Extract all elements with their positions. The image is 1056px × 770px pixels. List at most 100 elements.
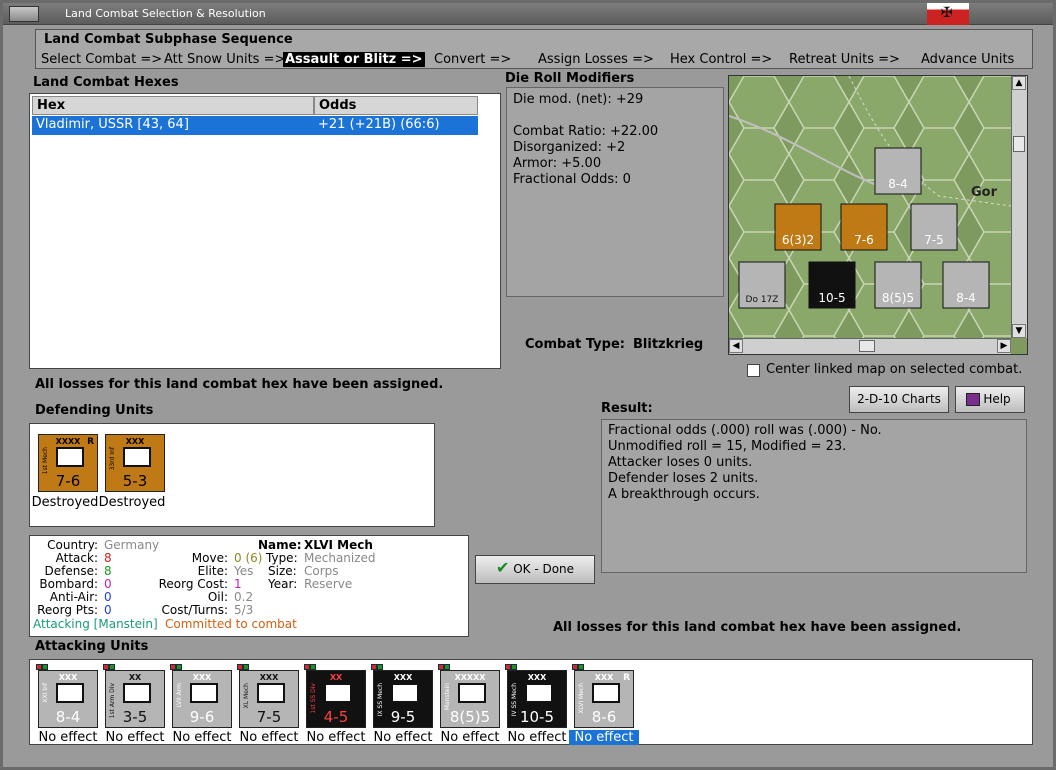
title-bar: Land Combat Selection & Resolution ✠ (3, 3, 1053, 25)
result-line: Unmodified roll = 15, Modified = 23. (608, 439, 847, 454)
modifiers-panel: Die mod. (net): +29 Combat Ratio: +22.00… (506, 87, 724, 297)
scroll-left-icon[interactable]: ◀ (729, 339, 743, 353)
ok-label: OK - Done (513, 562, 575, 576)
svg-text:8-4: 8-4 (956, 291, 976, 305)
map-counter[interactable]: 10-5 (808, 261, 856, 309)
mod-line: Disorganized: +2 (513, 140, 626, 155)
attacker-counter[interactable]: XX 1st SS Div 4-5 (306, 670, 366, 728)
map-horizontal-scrollbar[interactable]: ◀ ▶ (729, 338, 1011, 354)
unit-details-panel: Country: Germany Attack: 8 Defense: 8 Bo… (29, 535, 469, 637)
defender-result: Destroyed (31, 495, 99, 510)
table-row-hex[interactable]: Vladimir, USSR [43, 64] (32, 116, 314, 135)
attacker-counter[interactable]: XXX XL Mech 7-5 (239, 670, 299, 728)
status-pip (578, 664, 584, 670)
table-row-odds[interactable]: +21 (+21B) (66:6) (314, 116, 478, 135)
system-menu-button[interactable] (9, 6, 39, 22)
attacking-label: Attacking Units (35, 639, 149, 654)
map-counter[interactable]: Do 17Z (738, 261, 786, 309)
result-line: A breakthrough occurs. (608, 487, 760, 502)
attacker-result: No effect (569, 730, 639, 745)
combat-type-label: Combat Type: (525, 337, 625, 352)
map-counter[interactable]: 7-5 (910, 203, 958, 251)
status-pip (243, 664, 249, 670)
map-counter[interactable]: 8-4 (874, 147, 922, 195)
step-retreat: Retreat Units => (789, 52, 900, 67)
scroll-thumb[interactable] (859, 340, 875, 352)
status-pip (42, 664, 48, 670)
attacker-counter[interactable]: XXX XXI Inf 8-4 (38, 670, 98, 728)
attacker-result: No effect (239, 730, 299, 745)
defending-units-panel: XXXX R 1st Mech 7-6 Destroyed XXX 33rd In… (29, 423, 435, 527)
result-line: Defender loses 2 units. (608, 471, 759, 486)
status-pip (511, 664, 517, 670)
scroll-right-icon[interactable]: ▶ (997, 339, 1011, 353)
attacker-result: No effect (105, 730, 165, 745)
map-vertical-scrollbar[interactable]: ▲ ▼ (1011, 76, 1027, 338)
subphase-sequence: Land Combat Subphase Sequence Select Com… (35, 29, 1033, 69)
svg-text:7-6: 7-6 (854, 233, 874, 247)
defender-result: Destroyed (98, 495, 166, 510)
result-line: Fractional odds (.000) roll was (.000) -… (608, 423, 882, 438)
charts-button[interactable]: 2-D-10 Charts (849, 386, 949, 413)
costturns-value: 5/3 (234, 603, 254, 617)
attacker-counter[interactable]: XX 1st Arm Div 3-5 (105, 670, 165, 728)
die-mod-net: Die mod. (net): +29 (513, 92, 644, 107)
center-map-checkbox[interactable] (747, 364, 760, 377)
map-counter[interactable]: 6(3)2 (774, 203, 822, 251)
help-label: Help (983, 392, 1011, 406)
scroll-thumb[interactable] (1013, 136, 1025, 152)
map-counter[interactable]: 7-6 (840, 203, 888, 251)
step-assign-losses: Assign Losses => (538, 52, 654, 67)
attacker-counter[interactable]: XXX R XLVI Mech 8-6 (574, 670, 634, 728)
hexes-table: Hex Odds Vladimir, USSR [43, 64] +21 (+2… (29, 93, 501, 369)
svg-text:10-5: 10-5 (818, 291, 845, 305)
step-select-combat: Select Combat => (41, 52, 163, 67)
attacker-counter[interactable]: XXXXX Manstein 8(5)5 (440, 670, 500, 728)
help-button[interactable]: Help (955, 386, 1025, 413)
hexes-label: Land Combat Hexes (33, 75, 179, 90)
attacker-counter[interactable]: XXX IX SS Mech 9-5 (373, 670, 433, 728)
window-title: Land Combat Selection & Resolution (65, 7, 266, 20)
mini-map[interactable]: Gor 6(3)2 7-6 7-5 8-4 10-5 8(5)5 8-4 Do … (728, 75, 1028, 355)
ok-done-button[interactable]: ✔ OK - Done (475, 555, 595, 584)
mod-line: Combat Ratio: +22.00 (513, 124, 659, 139)
svg-text:8-4: 8-4 (888, 177, 908, 191)
year-value: Reserve (304, 577, 353, 591)
year-label: Year: (268, 577, 298, 591)
step-assault-blitz: Assault or Blitz => (283, 52, 425, 67)
status-pip (310, 664, 316, 670)
status-message-top: All losses for this land combat hex have… (35, 377, 444, 392)
hex-map[interactable]: Gor 6(3)2 7-6 7-5 8-4 10-5 8(5)5 8-4 Do … (729, 76, 1011, 338)
defending-label: Defending Units (35, 403, 154, 418)
scroll-up-icon[interactable]: ▲ (1012, 76, 1026, 90)
modifiers-label: Die Roll Modifiers (505, 71, 635, 86)
attacking-note: Attacking [Manstein] (33, 617, 158, 631)
map-counter[interactable]: 8-4 (942, 261, 990, 309)
center-map-label[interactable]: Center linked map on selected combat. (766, 363, 1022, 376)
attacking-units-panel: XXX XXI Inf 8-4 No effect XX 1st Arm Div 3-5 No… (29, 659, 1033, 745)
status-pip (109, 664, 115, 670)
svg-text:7-5: 7-5 (924, 233, 944, 247)
combat-type-value: Blitzkrieg (633, 337, 704, 352)
checkmark-icon: ✔ (495, 558, 510, 577)
status-message-bottom: All losses for this land combat hex have… (553, 620, 962, 635)
attacker-counter[interactable]: XXX IV SS Mech 10-5 (507, 670, 567, 728)
result-label: Result: (601, 401, 653, 416)
reorgpts-value: 0 (104, 603, 112, 617)
mod-line: Armor: +5.00 (513, 156, 602, 171)
status-pip (444, 664, 450, 670)
defender-counter[interactable]: XXX 33rd Inf 5-3 (105, 434, 165, 492)
status-pip (176, 664, 182, 670)
map-counter[interactable]: 8(5)5 (874, 261, 922, 309)
help-book-icon (966, 393, 980, 406)
defender-counter[interactable]: XXXX R 1st Mech 7-6 (38, 434, 98, 492)
costturns-label: Cost/Turns: (161, 603, 228, 617)
reorgpts-label: Reorg Pts: (37, 603, 98, 617)
attacker-result: No effect (440, 730, 500, 745)
col-hex[interactable]: Hex (32, 96, 314, 115)
col-odds[interactable]: Odds (314, 96, 478, 115)
scroll-down-icon[interactable]: ▼ (1012, 324, 1026, 338)
attacker-counter[interactable]: XXX LVII Arm 9-6 (172, 670, 232, 728)
combat-window: Land Combat Selection & Resolution ✠ Lan… (0, 0, 1056, 770)
attacker-result: No effect (172, 730, 232, 745)
